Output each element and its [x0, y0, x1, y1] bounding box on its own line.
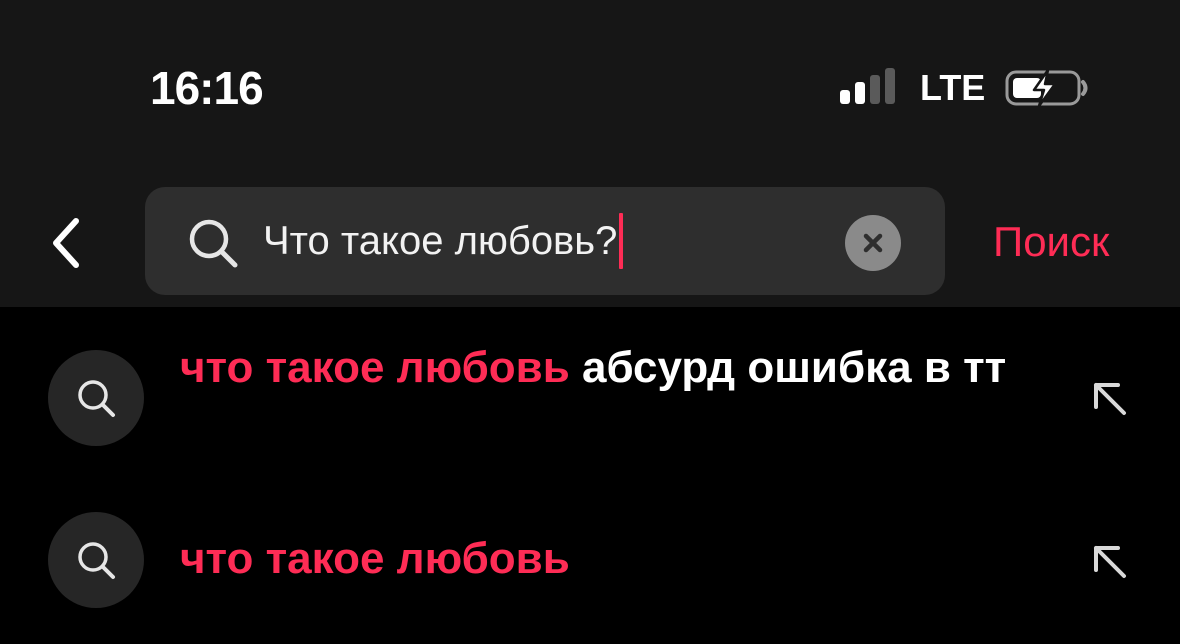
- suggestion-highlight: что такое любовь: [180, 343, 570, 392]
- suggestion-item[interactable]: что такое любовь: [0, 512, 1180, 608]
- suggestion-text: что такое любовь: [180, 528, 1050, 590]
- clear-x-icon: [863, 233, 883, 253]
- status-time: 16:16: [150, 62, 264, 114]
- suggestion-text: что такое любовь абсурд ошибка в тт: [180, 337, 1050, 399]
- suggestion-item[interactable]: что такое любовь абсурд ошибка в тт: [0, 337, 1180, 467]
- network-type-label: LTE: [920, 67, 986, 108]
- suggestion-icon-circle: [48, 512, 144, 608]
- text-caret: [619, 213, 624, 269]
- cellular-signal-icon: [840, 68, 900, 104]
- clear-search-button[interactable]: [845, 215, 901, 271]
- arrow-up-left-icon[interactable]: [1086, 375, 1132, 421]
- arrow-up-left-icon[interactable]: [1086, 538, 1132, 584]
- battery-charging-icon: [1005, 68, 1088, 108]
- search-query-text: Что такое любовь?: [263, 219, 618, 263]
- search-icon: [78, 542, 115, 579]
- suggestion-rest: абсурд ошибка в тт: [569, 343, 1007, 392]
- search-field[interactable]: Что такое любовь?: [145, 187, 945, 295]
- suggestion-highlight: что такое любовь: [180, 534, 570, 583]
- back-button[interactable]: [36, 208, 96, 278]
- search-submit-button[interactable]: Поиск: [993, 212, 1109, 272]
- chevron-left-icon: [53, 218, 79, 268]
- search-icon: [189, 219, 238, 268]
- suggestion-icon-circle: [48, 350, 144, 446]
- search-input[interactable]: Что такое любовь?: [263, 209, 624, 273]
- search-icon: [78, 380, 115, 417]
